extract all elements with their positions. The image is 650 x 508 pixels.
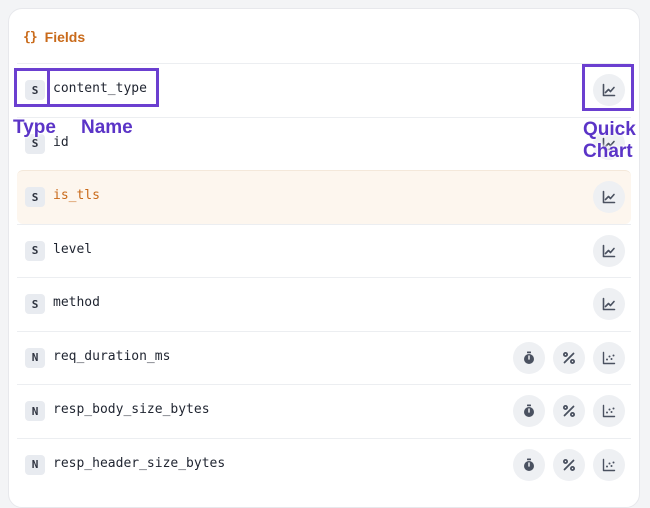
type-annotation-label: Type <box>13 117 56 138</box>
field-name: method <box>53 295 100 310</box>
scatter-chart-icon <box>602 458 616 471</box>
braces-icon: {} <box>23 29 38 45</box>
scatter-chart-icon <box>602 351 616 364</box>
type-badge-string: S <box>25 240 45 261</box>
percent-icon <box>562 458 575 471</box>
field-name: level <box>53 241 93 257</box>
timer-button[interactable] <box>513 395 545 427</box>
timer-button[interactable] <box>513 341 545 374</box>
quick-annotation-label: Quick <box>583 119 636 140</box>
field-actions <box>513 448 625 481</box>
quick-chart-annotation-box <box>582 64 634 111</box>
percent-icon <box>562 404 575 417</box>
type-badge-string: S <box>25 187 45 207</box>
field-name: resp_body_size_bytes <box>53 402 210 417</box>
quick-chart-button[interactable] <box>593 181 625 213</box>
field-actions <box>513 395 625 427</box>
field-row-resp-header-size-bytes[interactable]: N resp_header_size_bytes <box>17 437 631 492</box>
type-badge-number: N <box>25 401 45 421</box>
type-badge-string: S <box>25 294 45 314</box>
name-annotation-box <box>47 68 159 107</box>
line-chart-icon <box>602 244 616 257</box>
name-annotation-label: Name <box>81 117 133 138</box>
percent-icon <box>562 351 575 364</box>
fields-header: {} Fields <box>23 27 85 47</box>
fields-title: Fields <box>44 29 86 45</box>
quick-chart-button[interactable] <box>593 288 625 320</box>
field-row-req-duration-ms[interactable]: N req_duration_ms <box>17 330 631 385</box>
stopwatch-icon <box>524 351 534 364</box>
field-row-method[interactable]: S method <box>17 277 631 331</box>
field-name: req_duration_ms <box>53 348 171 364</box>
field-actions <box>593 234 625 267</box>
percentile-button[interactable] <box>553 341 585 374</box>
field-actions <box>593 288 625 320</box>
scatter-chart-icon <box>602 404 616 418</box>
field-row-resp-body-size-bytes[interactable]: N resp_body_size_bytes <box>17 384 631 438</box>
field-row-level[interactable]: S level <box>17 223 631 278</box>
type-annotation-box <box>14 68 50 107</box>
line-chart-icon <box>602 190 616 204</box>
scatter-chart-button[interactable] <box>593 395 625 427</box>
stopwatch-icon <box>524 404 534 417</box>
type-badge-number: N <box>25 347 45 368</box>
percentile-button[interactable] <box>553 395 585 427</box>
stopwatch-icon <box>524 458 534 471</box>
scatter-chart-button[interactable] <box>593 448 625 481</box>
line-chart-icon <box>602 297 616 311</box>
type-badge-number: N <box>25 454 45 475</box>
field-name: is_tls <box>53 188 100 203</box>
scatter-chart-button[interactable] <box>593 341 625 374</box>
field-actions <box>593 181 625 213</box>
field-row-is-tls[interactable]: S is_tls <box>17 170 631 224</box>
percentile-button[interactable] <box>553 448 585 481</box>
field-actions <box>513 341 625 374</box>
quick-chart-button[interactable] <box>593 234 625 267</box>
field-name: resp_header_size_bytes <box>53 455 226 471</box>
chart-annotation-label: Chart <box>583 141 633 162</box>
timer-button[interactable] <box>513 448 545 481</box>
